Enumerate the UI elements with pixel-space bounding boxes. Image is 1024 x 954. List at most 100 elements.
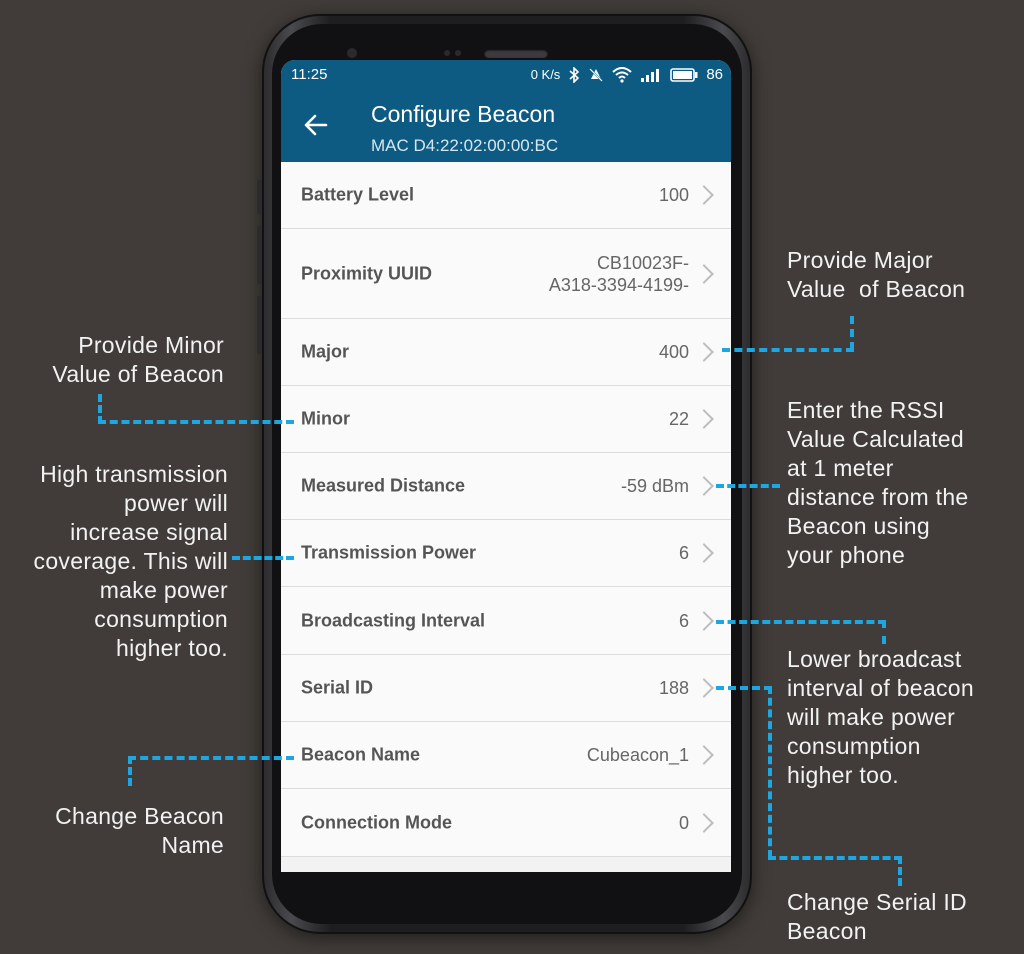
chevron-right-icon [694,185,714,205]
signal-icon [641,68,660,82]
annotation-line: interval of beacon [787,675,974,701]
setting-label: Measured Distance [301,475,466,496]
mute-icon [589,67,604,82]
annotation-line: at 1 meter [787,455,894,481]
annotation-rssi: Enter the RSSI Value Calculated at 1 met… [787,396,969,570]
volume-down-button [257,226,262,284]
chevron-right-icon [694,263,714,284]
annotation-beacon-name: Change Beacon Name [55,802,224,860]
setting-label: Proximity UUID [301,263,433,283]
annotation-line: consumption [94,606,228,632]
battery-percent: 86 [706,66,723,83]
annotation-major: Provide Major Value of Beacon [787,246,965,304]
setting-value: 6 [678,543,689,563]
connector-beacon-name-h [128,756,294,760]
wifi-icon [612,66,632,83]
setting-value: 22 [668,409,689,429]
chevron-right-icon [694,812,714,833]
proximity-sensor [444,50,450,56]
mac-address: MAC D4:22:02:00:00:BC [371,136,559,155]
annotation-line: Value of Beacon [52,361,224,387]
setting-minor[interactable]: Minor 22 [281,386,731,453]
setting-beacon-name[interactable]: Beacon Name Cubeacon_1 [281,722,731,789]
chevron-right-icon [694,342,714,362]
setting-label: Beacon Name [301,744,421,765]
setting-value: 0 [678,812,689,833]
chevron-right-icon [694,678,714,698]
setting-value: 6 [678,610,689,631]
connector-rssi-h [716,484,780,488]
setting-label: Transmission Power [301,542,477,563]
annotation-line: consumption [787,733,921,759]
uuid-line-1: CB10023F- [596,252,689,273]
earpiece-speaker [484,49,548,58]
bluetooth-icon [569,66,580,83]
annotation-line: Beacon using [787,513,930,539]
annotation-line: Enter the RSSI [787,397,945,423]
chevron-right-icon [694,543,714,563]
connector-serial-id-h1 [716,686,772,690]
annotation-line: Provide Minor [78,332,224,358]
annotation-line: increase signal [70,519,228,545]
setting-label: Connection Mode [301,812,452,832]
light-sensor [455,50,461,56]
volume-up-button [257,180,262,214]
setting-label: Major [301,341,350,362]
annotation-line: Change Serial ID [787,889,967,915]
status-bar: 11:25 0 K/s 86 [281,60,731,90]
setting-broadcasting-interval[interactable]: Broadcasting Interval 6 [281,587,731,655]
setting-label: Battery Level [301,184,415,205]
chevron-right-icon [694,610,714,631]
setting-label: Broadcasting Interval [301,610,486,630]
annotation-line: Change Beacon [55,803,224,829]
setting-label: Minor [301,408,350,429]
connector-serial-id-v2 [898,856,902,886]
annotation-line: Value Calculated [787,426,964,452]
setting-serial-id[interactable]: Serial ID 188 [281,655,731,722]
connector-major-h [722,348,854,352]
battery-icon [670,67,698,82]
setting-proximity-uuid[interactable]: Proximity UUID CB10023F- A318-3394-4199- [281,229,731,319]
annotation-line: Lower broadcast [787,646,962,672]
annotation-tx-power: High transmission power will increase si… [34,460,228,663]
annotation-line: Beacon [787,918,867,944]
chevron-right-icon [694,745,714,765]
setting-major[interactable]: Major 400 [281,319,731,386]
annotation-line: Value of Beacon [787,276,966,302]
annotation-line: make power [99,577,228,603]
setting-value: 100 [658,185,689,205]
status-time: 11:25 [291,66,328,83]
connector-minor-h [98,420,294,424]
connector-interval-h [716,620,886,624]
settings-list: Battery Level 100 Proximity UUID CB10023… [281,162,731,857]
app-bar: Configure Beacon MAC D4:22:02:00:00:BC [281,90,731,162]
status-icons: 0 K/s 86 [531,66,723,83]
data-speed: 0 K/s [530,67,561,82]
connector-serial-id-h2 [768,856,902,860]
annotation-line: higher too. [787,762,899,788]
chevron-right-icon [694,476,714,496]
annotation-line: Provide Major [787,247,933,273]
setting-label: Serial ID [301,677,374,698]
annotation-line: High transmission [40,461,228,487]
setting-transmission-power[interactable]: Transmission Power 6 [281,520,731,587]
setting-value: 400 [658,342,689,362]
setting-value: -59 dBm [620,476,689,496]
annotation-line: power will [124,490,228,516]
arrow-left-icon[interactable] [301,110,331,140]
setting-value: 188 [658,678,689,698]
front-camera [347,48,357,58]
annotation-line: distance from the [787,484,969,510]
annotation-line: coverage. This will [33,548,228,574]
annotation-line: higher too. [116,635,228,661]
connector-interval-v [882,620,886,644]
setting-measured-distance[interactable]: Measured Distance -59 dBm [281,453,731,520]
annotation-minor: Provide Minor Value of Beacon [52,331,224,389]
uuid-line-2: A318-3394-4199- [548,274,689,295]
connector-serial-id-v1 [768,686,772,858]
page-title: Configure Beacon [371,101,556,127]
setting-battery-level[interactable]: Battery Level 100 [281,162,731,229]
setting-connection-mode[interactable]: Connection Mode 0 [281,789,731,857]
connector-tx-power-h [232,556,294,560]
annotation-interval: Lower broadcast interval of beacon will … [787,645,974,790]
